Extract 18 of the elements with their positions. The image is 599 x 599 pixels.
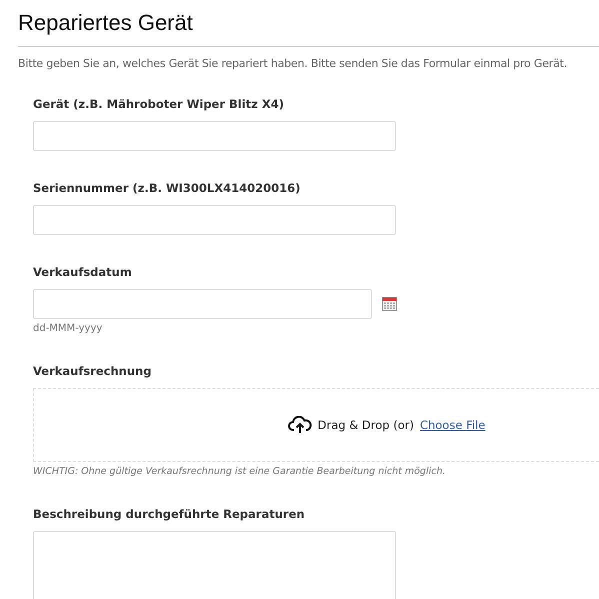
calendar-icon[interactable]: [382, 297, 397, 311]
drop-text: Drag & Drop (or): [318, 418, 414, 432]
field-label: Verkaufsdatum: [33, 265, 133, 279]
input-field[interactable]: [33, 205, 396, 235]
date-format-hint: dd-MMM-yyyy: [33, 323, 104, 334]
field-label: Seriennummer (z.B. WI300LX414020016): [33, 181, 302, 195]
intro-text: Bitte geben Sie an, welches Gerät Sie repariert haben. Bitte senden Sie das Formular einmal pro Gerät.: [18, 57, 568, 71]
date-field[interactable]: [33, 289, 372, 319]
field-label: Gerät (z.B. Mähroboter Wiper Blitz X4): [33, 97, 285, 111]
choose-file-link[interactable]: Choose File: [420, 418, 486, 432]
field-label: Verkaufsrechnung: [33, 364, 152, 378]
cloud-upload-icon: [288, 416, 312, 434]
file-drop-zone[interactable]: Drag & Drop (or) Choose File: [33, 388, 599, 462]
note-text: WICHTIG: Ohne gültige Verkaufsrechnung ist eine Garantie Bearbeitung nicht möglich.: [33, 466, 447, 477]
page-title: Repariertes Gerät: [18, 9, 194, 37]
input-field[interactable]: [33, 121, 396, 151]
field-label: Beschreibung durchgeführte Reparaturen: [33, 507, 306, 521]
textarea-field[interactable]: [33, 531, 396, 599]
